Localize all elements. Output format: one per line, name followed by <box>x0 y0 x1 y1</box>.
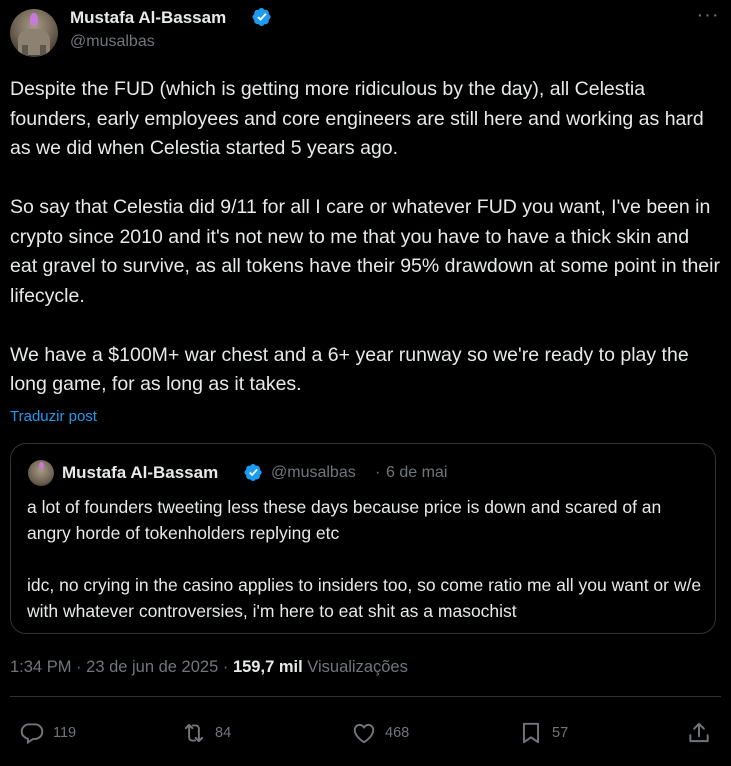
retweet-icon <box>184 723 204 743</box>
post-paragraph: Despite the FUD (which is getting more r… <box>10 78 704 159</box>
author-handle[interactable]: @musalbas <box>70 33 155 51</box>
quoted-author-avatar[interactable] <box>28 460 54 486</box>
quoted-paragraph: a lot of founders tweeting less these da… <box>27 497 662 543</box>
retweet-count: 84 <box>215 725 232 741</box>
verified-badge-icon[interactable] <box>252 7 272 27</box>
quoted-post[interactable]: Mustafa Al-Bassam @musalbas · 6 de mai a… <box>10 443 716 634</box>
author-name[interactable]: Mustafa Al-Bassam <box>70 8 226 28</box>
retweet-button[interactable]: 84 <box>181 719 231 747</box>
like-count: 468 <box>385 725 410 741</box>
heart-icon <box>353 723 375 744</box>
post-paragraph: So say that Celestia did 9/11 for all I … <box>10 196 720 307</box>
bookmark-count: 57 <box>552 725 569 741</box>
bookmark-icon <box>522 722 540 744</box>
post-meta: 1:34 PM · 23 de jun de 2025 · 159,7 mil … <box>10 658 408 677</box>
views-label: Visualizações <box>307 658 408 676</box>
quoted-post-date[interactable]: 6 de mai <box>386 464 447 482</box>
divider <box>10 696 721 697</box>
quoted-author-handle: @musalbas <box>271 464 356 481</box>
reply-button[interactable]: 119 <box>19 719 76 747</box>
separator-dot: · <box>375 464 381 481</box>
post-text: Despite the FUD (which is getting more r… <box>10 75 720 400</box>
quoted-paragraph: idc, no crying in the casino applies to … <box>27 575 702 621</box>
post-paragraph: We have a $100M+ war chest and a 6+ year… <box>10 343 689 396</box>
views-count[interactable]: 159,7 mil <box>233 658 303 676</box>
share-icon <box>689 722 709 743</box>
separator-dot: · <box>222 658 229 676</box>
post-time[interactable]: 1:34 PM <box>10 658 71 676</box>
quoted-author-name[interactable]: Mustafa Al-Bassam <box>62 463 218 483</box>
bookmark-button[interactable]: 57 <box>518 719 568 747</box>
like-button[interactable]: 468 <box>351 719 409 747</box>
translate-post-link[interactable]: Traduzir post <box>10 408 97 425</box>
author-avatar[interactable] <box>10 9 58 57</box>
quoted-post-text: a lot of founders tweeting less these da… <box>27 494 707 624</box>
verified-badge-icon <box>244 463 262 482</box>
more-options-icon[interactable]: ··· <box>691 5 725 30</box>
reply-count: 119 <box>53 725 77 741</box>
post-date[interactable]: 23 de jun de 2025 <box>86 658 218 676</box>
share-button[interactable] <box>686 719 712 747</box>
separator-dot: · <box>76 658 82 676</box>
reply-icon <box>20 723 44 745</box>
